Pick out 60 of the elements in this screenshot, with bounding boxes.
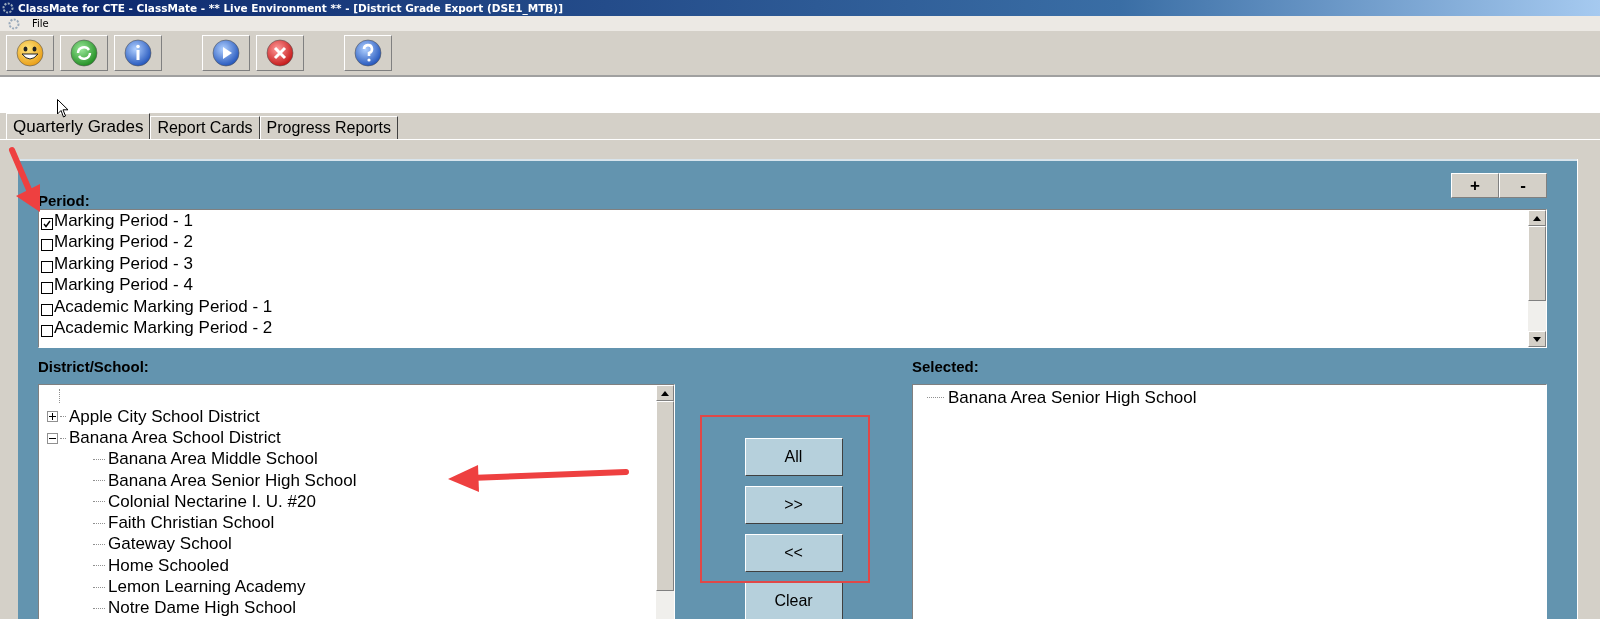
period-item[interactable]: Marking Period - 3 bbox=[54, 253, 193, 274]
app-icon bbox=[2, 2, 14, 14]
tree-item[interactable]: Banana Area Senior High School bbox=[108, 470, 357, 491]
tab[interactable]: Report Cards bbox=[150, 116, 260, 139]
app-icon bbox=[8, 17, 20, 30]
transfer-button[interactable]: All bbox=[744, 438, 843, 476]
checkbox[interactable] bbox=[41, 217, 53, 230]
menu-item[interactable]: File bbox=[32, 18, 49, 29]
zoom-button[interactable]: - bbox=[1499, 173, 1547, 198]
toolbar-button[interactable] bbox=[202, 35, 250, 71]
refresh-icon bbox=[69, 38, 99, 68]
tree-item[interactable]: Colonial Nectarine I. U. #20 bbox=[108, 491, 316, 512]
period-item[interactable]: Marking Period - 1 bbox=[54, 210, 193, 231]
transfer-button[interactable]: >> bbox=[744, 486, 843, 524]
toolbar-button[interactable] bbox=[60, 35, 108, 71]
period-scrollbar[interactable] bbox=[1528, 210, 1546, 347]
tree-item[interactable]: Apple City School District bbox=[69, 406, 260, 427]
period-item[interactable]: Academic Marking Period - 1 bbox=[54, 296, 273, 317]
zoom-button[interactable]: + bbox=[1451, 173, 1499, 198]
selected-item[interactable]: Banana Area Senior High School bbox=[948, 387, 1197, 408]
field-label: Selected: bbox=[912, 357, 979, 375]
transfer-button[interactable]: Clear bbox=[744, 582, 843, 619]
info-icon bbox=[123, 38, 153, 68]
expand-icon[interactable] bbox=[47, 411, 58, 423]
window-title: ClassMate for CTE - ClassMate - ** Live Environment ** - [District Grade Export (DSE1_MTB)] bbox=[18, 2, 563, 14]
help-icon bbox=[353, 38, 383, 68]
checkbox[interactable] bbox=[41, 282, 53, 295]
tree-item[interactable]: Notre Dame High School bbox=[108, 598, 297, 619]
tree-item[interactable]: Gateway School bbox=[108, 534, 232, 555]
checkbox[interactable] bbox=[41, 325, 53, 338]
transfer-button[interactable]: << bbox=[744, 534, 843, 572]
tree-item[interactable]: Lemon Learning Academy bbox=[108, 577, 306, 597]
tab[interactable]: Progress Reports bbox=[259, 116, 399, 139]
tree-item[interactable]: Faith Christian School bbox=[108, 513, 275, 534]
checkbox[interactable] bbox=[41, 260, 53, 273]
field-label: Period: bbox=[38, 192, 90, 209]
toolbar-button[interactable] bbox=[256, 35, 304, 71]
scroll-up-icon[interactable] bbox=[661, 390, 669, 396]
play-icon bbox=[211, 38, 241, 68]
toolbar-button[interactable] bbox=[344, 35, 392, 71]
tree-item[interactable]: Banana Area Middle School bbox=[108, 449, 318, 470]
tree-item[interactable]: Banana Area School District bbox=[69, 428, 281, 449]
checkbox[interactable] bbox=[41, 239, 53, 252]
smiley-icon bbox=[15, 38, 45, 68]
scroll-down-icon[interactable] bbox=[1533, 336, 1541, 342]
cursor-icon bbox=[57, 99, 69, 118]
toolbar-button[interactable] bbox=[6, 35, 54, 71]
toolbar-button[interactable] bbox=[114, 35, 162, 71]
field-label: District/School: bbox=[38, 357, 149, 375]
period-item[interactable]: Marking Period - 4 bbox=[54, 275, 193, 296]
checkbox[interactable] bbox=[41, 303, 53, 316]
period-item[interactable]: Marking Period - 2 bbox=[54, 232, 193, 253]
annotation-arrow bbox=[9, 147, 40, 212]
tree-item[interactable]: Home Schooled bbox=[108, 555, 229, 576]
period-item[interactable]: Academic Marking Period - 2 bbox=[54, 318, 273, 339]
tree-scrollbar[interactable] bbox=[656, 385, 674, 619]
scroll-up-icon[interactable] bbox=[1533, 215, 1541, 221]
collapse-icon[interactable] bbox=[47, 432, 58, 444]
close-icon bbox=[265, 38, 295, 68]
tab[interactable]: Quarterly Grades bbox=[6, 113, 151, 139]
